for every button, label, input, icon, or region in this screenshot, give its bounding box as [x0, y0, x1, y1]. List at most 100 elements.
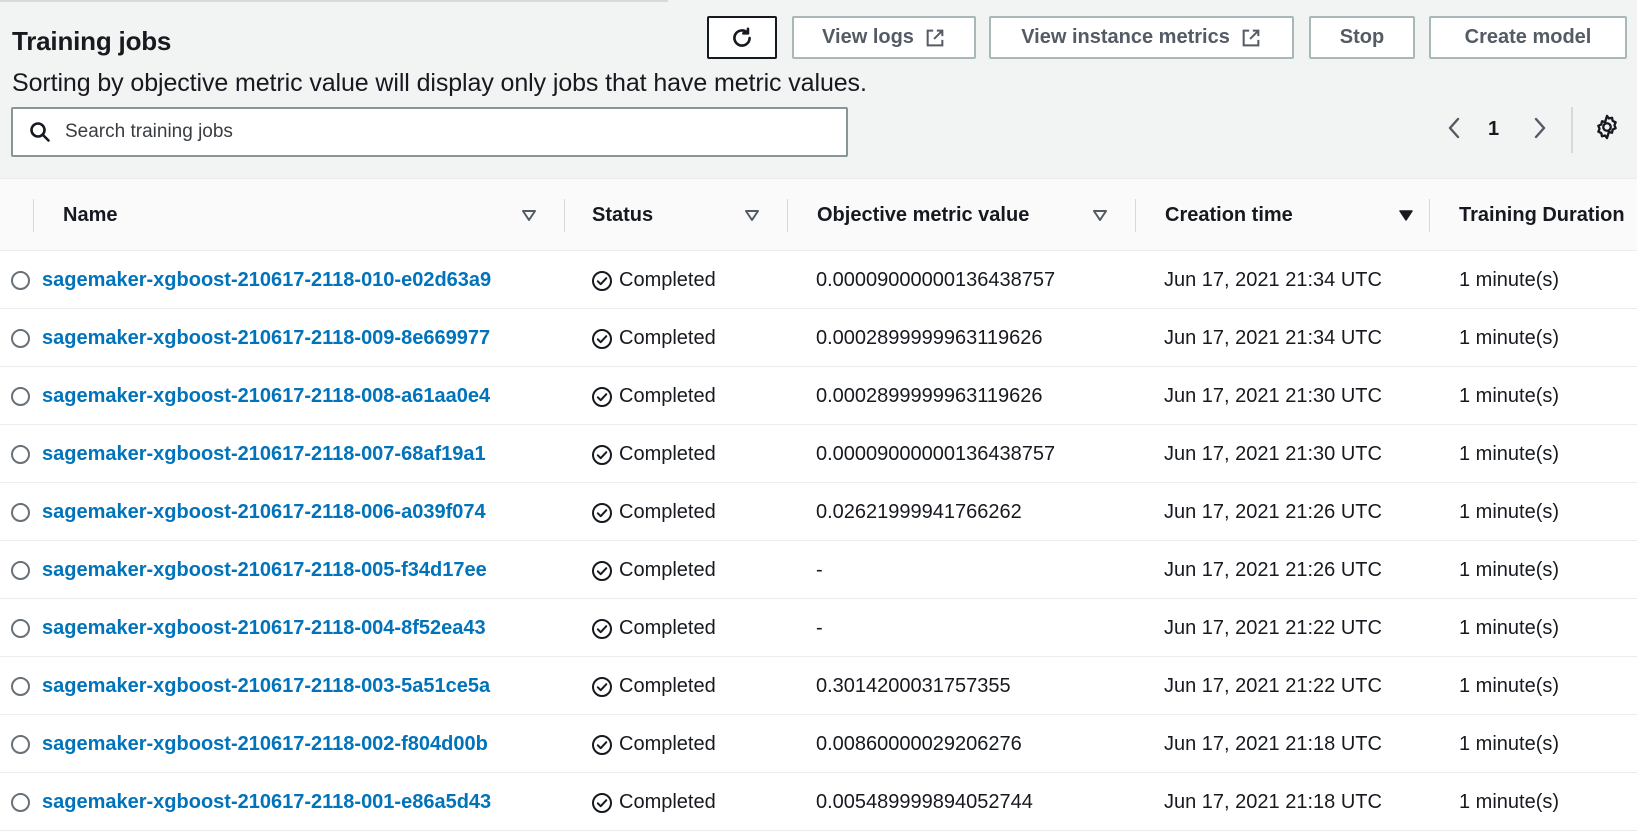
- metric-value: 0.005489999894052744: [816, 791, 1033, 813]
- row-select-radio[interactable]: [11, 677, 30, 696]
- job-name-link[interactable]: sagemaker-xgboost-210617-2118-001-e86a5d…: [42, 774, 491, 831]
- status-text: Completed: [619, 559, 716, 581]
- status-cell: Completed: [591, 600, 716, 657]
- success-check-icon: [592, 270, 612, 291]
- table-header: Name Status Objective metric value Creat…: [0, 178, 1637, 251]
- previous-page-icon[interactable]: [1441, 113, 1467, 143]
- creation-time: Jun 17, 2021 21:30 UTC: [1164, 385, 1382, 407]
- status-text: Completed: [619, 675, 716, 697]
- success-check-icon: [592, 444, 612, 465]
- table-row[interactable]: sagemaker-xgboost-210617-2118-007-68af19…: [0, 426, 1637, 483]
- row-select-radio[interactable]: [11, 793, 30, 812]
- creation-time: Jun 17, 2021 21:26 UTC: [1164, 559, 1382, 581]
- table-row[interactable]: sagemaker-xgboost-210617-2118-009-8e6699…: [0, 310, 1637, 367]
- column-header-status[interactable]: Status: [592, 179, 653, 251]
- row-select-radio[interactable]: [11, 735, 30, 754]
- creation-time: Jun 17, 2021 21:18 UTC: [1164, 791, 1382, 813]
- status-cell: Completed: [591, 368, 716, 425]
- gear-icon[interactable]: [1593, 113, 1621, 141]
- column-header-training-duration[interactable]: Training Duration: [1459, 179, 1625, 251]
- metric-value: 0.3014200031757355: [816, 675, 1011, 697]
- creation-time: Jun 17, 2021 21:18 UTC: [1164, 733, 1382, 755]
- metric-value: 0.00860000029206276: [816, 733, 1022, 755]
- table-row[interactable]: sagemaker-xgboost-210617-2118-002-f804d0…: [0, 716, 1637, 773]
- row-select-radio[interactable]: [11, 329, 30, 348]
- row-select-radio[interactable]: [11, 503, 30, 522]
- column-header-name[interactable]: Name: [63, 179, 117, 251]
- row-select-radio[interactable]: [11, 387, 30, 406]
- view-instance-metrics-button[interactable]: View instance metrics: [989, 16, 1294, 59]
- training-duration: 1 minute(s): [1459, 733, 1560, 755]
- table-row[interactable]: sagemaker-xgboost-210617-2118-010-e02d63…: [0, 252, 1637, 309]
- metric-value: -: [816, 617, 823, 639]
- job-name-link[interactable]: sagemaker-xgboost-210617-2118-005-f34d17…: [42, 542, 487, 599]
- training-duration: 1 minute(s): [1459, 791, 1560, 813]
- search-input[interactable]: [65, 121, 805, 143]
- sort-icon[interactable]: [1091, 206, 1109, 224]
- row-select-radio[interactable]: [11, 619, 30, 638]
- view-instance-metrics-label: View instance metrics: [1021, 26, 1230, 48]
- job-name-link[interactable]: sagemaker-xgboost-210617-2118-004-8f52ea…: [42, 600, 486, 657]
- refresh-button[interactable]: [707, 16, 777, 59]
- job-name-link[interactable]: sagemaker-xgboost-210617-2118-008-a61aa0…: [42, 368, 490, 425]
- current-page-number[interactable]: 1: [1488, 118, 1499, 141]
- create-model-button[interactable]: Create model: [1429, 16, 1627, 59]
- metric-value: 0.00009000000136438757: [816, 443, 1056, 465]
- column-separator: [1135, 199, 1136, 232]
- view-logs-button[interactable]: View logs: [792, 16, 976, 59]
- column-separator: [787, 199, 788, 232]
- table-row[interactable]: sagemaker-xgboost-210617-2118-004-8f52ea…: [0, 600, 1637, 657]
- training-duration: 1 minute(s): [1459, 675, 1560, 697]
- job-name-link[interactable]: sagemaker-xgboost-210617-2118-009-8e6699…: [42, 310, 490, 367]
- job-name-link[interactable]: sagemaker-xgboost-210617-2118-006-a039f0…: [42, 484, 486, 541]
- sort-icon[interactable]: [743, 206, 761, 224]
- row-select-radio[interactable]: [11, 561, 30, 580]
- creation-time: Jun 17, 2021 21:30 UTC: [1164, 443, 1382, 465]
- success-check-icon: [592, 676, 612, 697]
- training-duration: 1 minute(s): [1459, 327, 1560, 349]
- status-text: Completed: [619, 269, 716, 291]
- status-text: Completed: [619, 385, 716, 407]
- job-name-link[interactable]: sagemaker-xgboost-210617-2118-010-e02d63…: [42, 252, 491, 309]
- refresh-icon: [733, 26, 751, 47]
- table-row[interactable]: sagemaker-xgboost-210617-2118-001-e86a5d…: [0, 774, 1637, 831]
- pager-divider: [1571, 107, 1573, 153]
- status-text: Completed: [619, 327, 716, 349]
- success-check-icon: [592, 560, 612, 581]
- view-logs-label: View logs: [822, 26, 914, 48]
- job-name-link[interactable]: sagemaker-xgboost-210617-2118-002-f804d0…: [42, 716, 488, 773]
- status-text: Completed: [619, 501, 716, 523]
- creation-time: Jun 17, 2021 21:34 UTC: [1164, 327, 1382, 349]
- column-header-creation-time[interactable]: Creation time: [1165, 179, 1293, 251]
- job-name-link[interactable]: sagemaker-xgboost-210617-2118-007-68af19…: [42, 426, 486, 483]
- row-select-radio[interactable]: [11, 445, 30, 464]
- status-text: Completed: [619, 443, 716, 465]
- status-text: Completed: [619, 733, 716, 755]
- sort-descending-icon[interactable]: [1397, 206, 1415, 224]
- status-cell: Completed: [591, 426, 716, 483]
- status-text: Completed: [619, 617, 716, 639]
- row-select-radio[interactable]: [11, 271, 30, 290]
- metric-value: 0.02621999941766262: [816, 501, 1022, 523]
- creation-time: Jun 17, 2021 21:22 UTC: [1164, 675, 1382, 697]
- sort-icon[interactable]: [520, 206, 538, 224]
- search-box[interactable]: [11, 107, 848, 157]
- metric-value: 0.0002899999963119626: [816, 385, 1043, 407]
- column-separator: [564, 199, 565, 232]
- column-header-objective-metric-value[interactable]: Objective metric value: [817, 179, 1029, 251]
- table-row[interactable]: sagemaker-xgboost-210617-2118-005-f34d17…: [0, 542, 1637, 599]
- table-row[interactable]: sagemaker-xgboost-210617-2118-006-a039f0…: [0, 484, 1637, 541]
- next-page-icon[interactable]: [1527, 113, 1553, 143]
- table-row[interactable]: sagemaker-xgboost-210617-2118-008-a61aa0…: [0, 368, 1637, 425]
- training-duration: 1 minute(s): [1459, 443, 1560, 465]
- creation-time: Jun 17, 2021 21:26 UTC: [1164, 501, 1382, 523]
- job-name-link[interactable]: sagemaker-xgboost-210617-2118-003-5a51ce…: [42, 658, 490, 715]
- training-duration: 1 minute(s): [1459, 501, 1560, 523]
- status-cell: Completed: [591, 542, 716, 599]
- page-title: Training jobs: [12, 26, 172, 56]
- status-cell: Completed: [591, 774, 716, 831]
- status-cell: Completed: [591, 252, 716, 309]
- stop-button[interactable]: Stop: [1309, 16, 1415, 59]
- table-row[interactable]: sagemaker-xgboost-210617-2118-003-5a51ce…: [0, 658, 1637, 715]
- success-check-icon: [592, 618, 612, 639]
